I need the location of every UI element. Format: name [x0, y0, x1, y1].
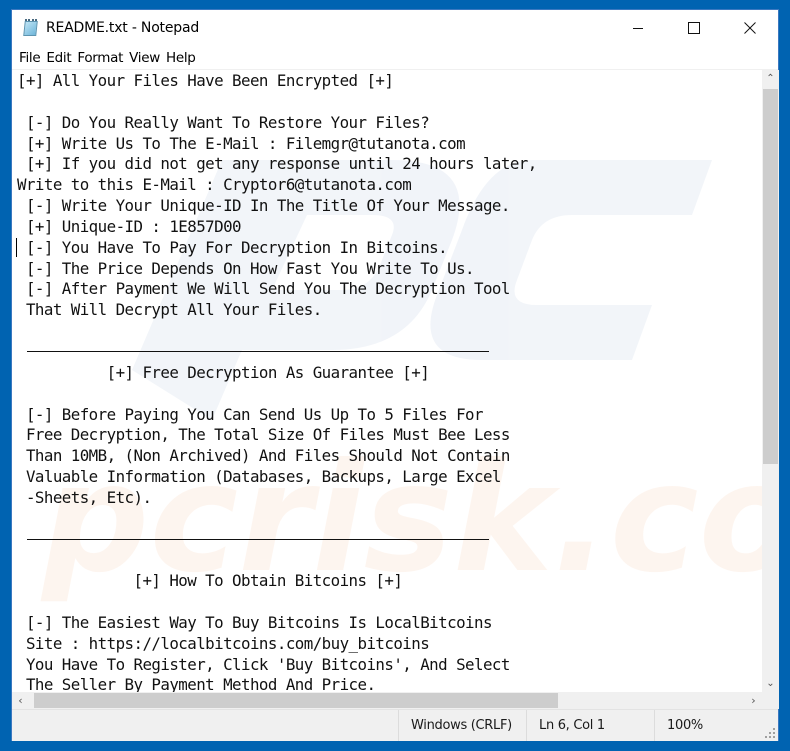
menu-view[interactable]: View — [126, 50, 163, 66]
document-line: -Sheets, Etc). — [17, 487, 152, 507]
document-line: [+] Free Decryption As Guarantee [+] — [17, 362, 430, 382]
close-button[interactable] — [722, 10, 778, 46]
status-cursor-position: Ln 6, Col 1 — [526, 710, 654, 741]
document-line: [-] The Easiest Way To Buy Bitcoins Is L… — [17, 612, 493, 632]
maximize-icon — [688, 22, 700, 34]
document-line: That Will Decrypt All Your Files. — [17, 300, 322, 320]
scrollbar-corner — [762, 692, 779, 709]
vertical-scrollbar[interactable]: ⌃ ⌄ — [762, 70, 779, 692]
document-line: [+] All Your Files Have Been Encrypted [… — [17, 71, 394, 90]
menu-help[interactable]: Help — [163, 50, 199, 66]
chevron-left-icon: ‹ — [18, 694, 23, 707]
notepad-icon — [22, 19, 40, 37]
chevron-right-icon: › — [751, 694, 756, 707]
chevron-down-icon: ⌄ — [766, 678, 775, 689]
close-icon — [744, 22, 756, 34]
maximize-button[interactable] — [666, 10, 722, 46]
scroll-up-button[interactable]: ⌃ — [762, 70, 779, 87]
notepad-window: README.txt - Notepad File Edit Format Vi… — [11, 9, 779, 741]
horizontal-scroll-thumb[interactable] — [34, 693, 558, 708]
title-bar[interactable]: README.txt - Notepad — [12, 10, 778, 46]
scroll-right-button[interactable]: › — [745, 692, 762, 709]
horizontal-scrollbar[interactable]: ‹ › — [12, 692, 762, 709]
separator-line — [17, 342, 762, 363]
window-title: README.txt - Notepad — [46, 20, 200, 36]
document-line: [+] If you did not get any response unti… — [17, 154, 537, 174]
document-line: The Seller By Payment Method And Price. — [17, 675, 376, 692]
status-line-ending: Windows (CRLF) — [398, 710, 526, 741]
document-line: Valuable Information (Databases, Backups… — [17, 467, 501, 487]
minimize-button[interactable] — [610, 10, 666, 46]
vertical-scroll-thumb[interactable] — [763, 89, 778, 464]
document-line: Free Decryption, The Total Size Of Files… — [17, 425, 510, 445]
scroll-left-button[interactable]: ‹ — [12, 692, 29, 709]
minimize-icon — [633, 28, 643, 29]
menu-edit[interactable]: Edit — [43, 50, 74, 66]
menu-format[interactable]: Format — [74, 50, 126, 66]
document-line: [-] Write Your Unique-ID In The Title Of… — [17, 196, 510, 216]
document-line: [+] Write Us To The E-Mail : Filemgr@tut… — [17, 133, 466, 153]
document-line: Write to this E-Mail : Cryptor6@tutanota… — [17, 175, 412, 195]
resize-grip-icon[interactable] — [765, 728, 775, 738]
document-line: [+] Unique-ID : 1E857D00 — [17, 216, 242, 236]
document-line: [-] Do You Really Want To Restore Your F… — [17, 112, 430, 132]
text-editor[interactable]: pcrisk.com [+] All Your Files Have Been … — [12, 70, 762, 692]
separator-line — [17, 530, 762, 551]
document-line: Site : https://localbitcoins.com/buy_bit… — [17, 633, 430, 653]
document-line: [+] How To Obtain Bitcoins [+] — [17, 571, 403, 591]
document-line: [-] Before Paying You Can Send Us Up To … — [17, 404, 484, 424]
chevron-up-icon: ⌃ — [766, 73, 775, 84]
menu-file[interactable]: File — [16, 50, 43, 66]
scroll-down-button[interactable]: ⌄ — [762, 675, 779, 692]
menu-bar: File Edit Format View Help — [12, 46, 778, 70]
document-line: [-] You Have To Pay For Decryption In Bi… — [17, 237, 448, 257]
document-line: You Have To Register, Click 'Buy Bitcoin… — [17, 654, 510, 674]
status-zoom: 100% — [654, 710, 764, 741]
document-line: Than 10MB, (Non Archived) And Files Shou… — [17, 446, 510, 466]
document-line: [-] The Price Depends On How Fast You Wr… — [17, 258, 475, 278]
text-caret — [16, 238, 17, 257]
document-text[interactable]: [+] All Your Files Have Been Encrypted [… — [17, 71, 762, 692]
status-bar: Windows (CRLF) Ln 6, Col 1 100% — [12, 709, 778, 741]
document-line: [-] After Payment We Will Send You The D… — [17, 279, 510, 299]
